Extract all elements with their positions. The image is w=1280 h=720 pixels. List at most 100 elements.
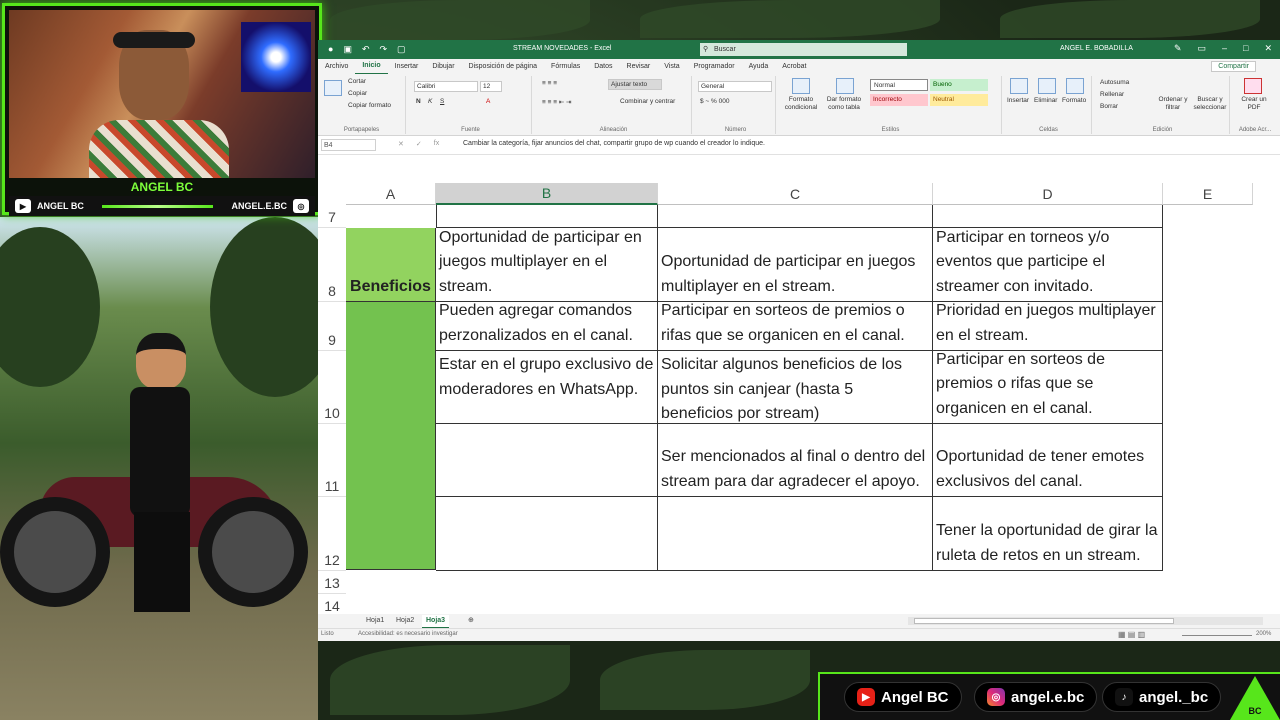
sheet-tab-hoja3[interactable]: Hoja3 (422, 615, 450, 629)
maximize-icon[interactable]: □ (1243, 43, 1248, 54)
row-header[interactable]: 7 (318, 205, 346, 228)
italic-button[interactable]: K (428, 98, 432, 105)
cell-d11[interactable]: Oportunidad de tener emotes exclusivos d… (933, 424, 1163, 497)
cell-c9[interactable]: Participar en sorteos de premios o rifas… (658, 302, 933, 351)
formula-input[interactable]: Cambiar la categoría, fijar anuncios del… (463, 140, 765, 147)
font-name-select[interactable]: Calibri (414, 81, 478, 92)
category-cell-fill[interactable] (346, 302, 436, 570)
align-left-icon[interactable]: ≡ ≡ ≡ ⇤ ⇥ (542, 98, 572, 106)
sheet-tab-hoja1[interactable]: Hoja1 (362, 615, 388, 627)
cell-d8[interactable]: Participar en torneos y/o eventos que pa… (933, 228, 1163, 302)
row-header[interactable]: 10 (318, 351, 346, 424)
row-header[interactable]: 13 (318, 571, 346, 594)
cell-c10[interactable]: Solicitar algunos beneficios de los punt… (658, 351, 933, 424)
currency-icon[interactable]: $ ~ % 000 (700, 98, 729, 105)
user-name[interactable]: ANGEL E. BOBADILLA (1060, 45, 1133, 52)
cell-c8[interactable]: Oportunidad de participar en juegos mult… (658, 228, 933, 302)
cell-c7[interactable] (658, 205, 933, 228)
save-icon[interactable]: ▣ (343, 44, 352, 55)
cell-d12[interactable]: Tener la oportunidad de girar la ruleta … (933, 497, 1163, 571)
menu-formulas[interactable]: Fórmulas (544, 59, 587, 74)
wrap-text-button[interactable]: Ajustar texto (608, 79, 662, 90)
row-header[interactable]: 11 (318, 424, 346, 497)
clear-button[interactable]: Borrar (1100, 103, 1118, 110)
format-cells-icon[interactable] (1066, 78, 1084, 94)
name-box[interactable]: B4 (321, 139, 376, 151)
cell-b7[interactable] (436, 205, 658, 228)
cell-b8[interactable]: Oportunidad de participar en juegos mult… (436, 228, 658, 302)
accessibility-status[interactable]: Accesibilidad: es necesario investigar (358, 631, 458, 637)
column-header-c[interactable]: C (658, 183, 933, 205)
undo-icon[interactable]: ↶ (362, 44, 370, 55)
column-header-b[interactable]: B (436, 183, 658, 205)
add-sheet-icon[interactable]: ⊕ (464, 615, 478, 627)
enter-icon[interactable]: ✓ (416, 140, 422, 148)
cell-b11[interactable] (436, 424, 658, 497)
view-buttons[interactable]: ▦ ▤ ▥ (1118, 630, 1145, 639)
merge-center-button[interactable]: Combinar y centrar (620, 98, 675, 105)
table-format-icon[interactable] (836, 78, 854, 94)
underline-button[interactable]: S (440, 98, 444, 105)
conditional-format-icon[interactable] (792, 78, 810, 94)
column-header-d[interactable]: D (933, 183, 1163, 205)
pen-icon[interactable]: ✎ (1174, 43, 1182, 54)
row-header[interactable]: 12 (318, 497, 346, 571)
horizontal-scrollbar[interactable] (908, 617, 1263, 625)
cut-button[interactable]: Cortar (348, 78, 366, 85)
menu-inicio[interactable]: Inicio (355, 58, 388, 75)
style-incorrecto[interactable]: Incorrecto (870, 94, 928, 106)
paste-icon[interactable] (324, 80, 342, 96)
cell-d9[interactable]: Prioridad en juegos multiplayer en el st… (933, 302, 1163, 351)
pdf-icon[interactable] (1244, 78, 1262, 94)
style-bueno[interactable]: Bueno (930, 79, 988, 91)
cell-b12[interactable] (436, 497, 658, 571)
column-header-a[interactable]: A (346, 183, 436, 205)
cell-c11[interactable]: Ser mencionados al final o dentro del st… (658, 424, 933, 497)
cell-d7[interactable] (933, 205, 1163, 228)
sort-filter-button[interactable]: Ordenar y filtrar (1156, 96, 1190, 112)
number-format-select[interactable]: General (698, 81, 772, 92)
fx-icon[interactable]: fx (434, 140, 439, 148)
zoom-level[interactable]: 200% (1256, 631, 1271, 637)
cell-c12[interactable] (658, 497, 933, 571)
format-button[interactable]: Formato (1062, 97, 1086, 104)
menu-datos[interactable]: Datos (587, 59, 619, 74)
minimize-icon[interactable]: – (1222, 43, 1227, 54)
redo-icon[interactable]: ↷ (380, 44, 388, 55)
delete-cells-icon[interactable] (1038, 78, 1056, 94)
cell-b10[interactable]: Estar en el grupo exclusivo de moderador… (436, 351, 658, 424)
row-header[interactable]: 9 (318, 302, 346, 351)
fill-button[interactable]: Rellenar (1100, 91, 1124, 98)
cell-b9[interactable]: Pueden agregar comandos perzonalizados e… (436, 302, 658, 351)
font-color-icon[interactable]: A (486, 98, 490, 105)
search-input[interactable]: ⚲ Buscar (700, 43, 907, 56)
row-header[interactable]: 8 (318, 228, 346, 302)
close-icon[interactable]: ✕ (1264, 43, 1272, 54)
sheet-tab-hoja2[interactable]: Hoja2 (392, 615, 418, 627)
autosave-icon[interactable]: ● (328, 44, 333, 55)
menu-revisar[interactable]: Revisar (620, 59, 658, 74)
menu-vista[interactable]: Vista (657, 59, 686, 74)
table-format-button[interactable]: Dar formato como tabla (824, 96, 864, 112)
delete-button[interactable]: Eliminar (1034, 97, 1057, 104)
menu-archivo[interactable]: Archivo (318, 59, 355, 74)
menu-programador[interactable]: Programador (687, 59, 742, 74)
conditional-format-button[interactable]: Formato condicional (782, 96, 820, 112)
menu-acrobat[interactable]: Acrobat (775, 59, 813, 74)
font-size-select[interactable]: 12 (480, 81, 502, 92)
autosum-button[interactable]: Autosuma (1100, 79, 1129, 86)
column-header-e[interactable]: E (1163, 183, 1253, 205)
style-normal[interactable]: Normal (870, 79, 928, 91)
insert-cells-icon[interactable] (1010, 78, 1028, 94)
style-neutral[interactable]: Neutral (930, 94, 988, 106)
zoom-slider[interactable] (1182, 635, 1252, 636)
align-top-icon[interactable]: ≡ ≡ ≡ (542, 80, 557, 87)
menu-ayuda[interactable]: Ayuda (742, 59, 776, 74)
menu-insertar[interactable]: Insertar (388, 59, 426, 74)
menu-dibujar[interactable]: Dibujar (425, 59, 461, 74)
find-select-button[interactable]: Buscar y seleccionar (1192, 96, 1228, 112)
ribbon-display-icon[interactable]: ▭ (1197, 43, 1206, 54)
cancel-icon[interactable]: ✕ (398, 140, 404, 148)
share-button[interactable]: Compartir (1211, 61, 1256, 72)
new-file-icon[interactable]: ▢ (397, 44, 406, 55)
